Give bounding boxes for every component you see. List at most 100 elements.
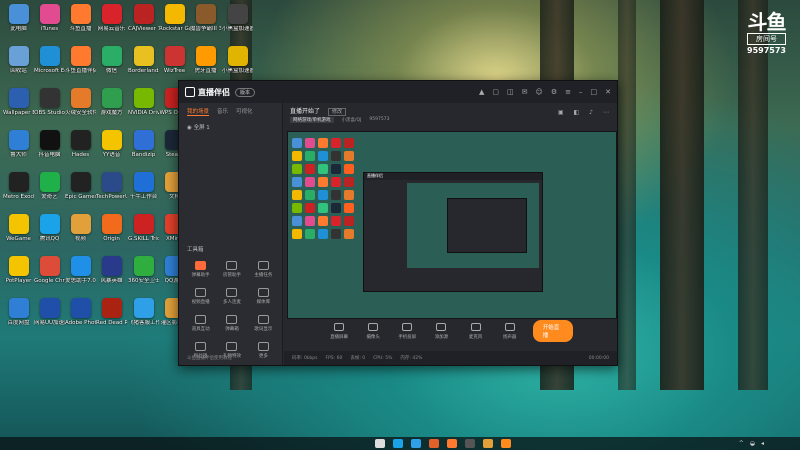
desktop-icon[interactable]: Adobe Photoshop (65, 298, 96, 327)
live-preview[interactable]: 直播伴侣 (287, 131, 617, 319)
edit-title-button[interactable]: 修改 (327, 108, 346, 116)
taskbar-app-icon[interactable] (375, 439, 385, 448)
notification-icon[interactable]: ▲ (479, 88, 484, 96)
control-button[interactable]: 直播屏幕 (328, 322, 350, 340)
desktop-icon[interactable]: 斗鱼直播伴侣 (65, 46, 96, 75)
tool-item[interactable]: 歌词显示 (248, 315, 279, 332)
settings-icon[interactable]: ⚙ (551, 88, 557, 96)
control-button[interactable]: 添加源 (430, 322, 452, 340)
desktop-icon[interactable]: 爱思助手7.0 (65, 256, 96, 285)
desktop-icon[interactable]: 斗鱼直播 (65, 4, 96, 33)
taskbar-app-icon[interactable] (393, 439, 403, 448)
control-button[interactable]: 手机投屏 (396, 322, 418, 340)
desktop-icon[interactable]: Wallpaper Engine (3, 88, 34, 117)
desktop-icon[interactable]: Rockstar Games Launcher (159, 4, 190, 33)
desktop-icon[interactable]: Google Chrome (34, 256, 65, 285)
desktop-icon[interactable]: Microsoft Edge (34, 46, 65, 75)
tray-arrow-icon[interactable]: ^ (739, 440, 744, 447)
desktop-icon[interactable]: 网易UU加速器 (34, 298, 65, 327)
desktop-icon[interactable]: NVIDIA Driver Unin... (128, 88, 159, 117)
desktop-icon[interactable]: 网易云音乐 (96, 4, 127, 33)
desktop-icon[interactable]: WizTree (159, 46, 190, 75)
control-button[interactable]: 摄像头 (362, 322, 384, 340)
desktop-icon[interactable]: Bandizip (128, 130, 159, 159)
share-icon[interactable]: ⋯ (603, 109, 609, 116)
tab-music[interactable]: 音乐 (217, 107, 228, 116)
desktop-icon[interactable]: 微信 (96, 46, 127, 75)
mail-icon[interactable]: ✉ (522, 88, 528, 96)
tutorial-notice[interactable]: 斗鱼直播伴侣使用教程 (187, 355, 232, 361)
tab-scenes[interactable]: 我的场景 (187, 107, 210, 116)
desktop-icon[interactable]: 百度网盘 (3, 298, 34, 327)
scene-item[interactable]: ◉ 全屏 1 (179, 120, 282, 134)
tool-item[interactable]: 媒体库 (248, 288, 279, 305)
desktop-icon[interactable]: WeGame (3, 214, 34, 243)
tool-item[interactable]: 房管助手 (216, 261, 247, 278)
desktop-icon[interactable]: Metro Exodus (3, 172, 34, 201)
tool-item[interactable]: 多人连麦 (216, 288, 247, 305)
desktop-icon[interactable]: 游戏魔方 (96, 88, 127, 117)
desktop-icon[interactable]: Borderlands (128, 46, 159, 75)
desktop-icon[interactable]: 视频 (65, 214, 96, 243)
desktop-icon[interactable]: OBS Studio (34, 88, 65, 117)
box-icon[interactable]: ◧ (573, 109, 579, 116)
desktop-icon[interactable]: 腾讯QQ (34, 214, 65, 243)
desktop-icon[interactable]: 小黑盒加速器 (222, 46, 253, 75)
desktop-icon[interactable]: Hades (65, 130, 96, 159)
window-titlebar[interactable]: 直播伴侣 版本 ▲ ▢ ◫ ✉ ☺ ⚙ ≡ – □ ✕ (179, 81, 617, 103)
desktop-icon[interactable]: 回收站 (3, 46, 34, 75)
desktop-icon[interactable]: Origin (96, 214, 127, 243)
taskbar-app-icon[interactable] (483, 439, 493, 448)
desktop-icon[interactable]: TechPowerUp GPU-Z (96, 172, 127, 201)
taskbar-app-icon[interactable] (465, 439, 475, 448)
control-button[interactable]: 麦克风 (465, 322, 487, 340)
tool-item[interactable]: 视频直播 (185, 288, 216, 305)
volume-icon[interactable]: ◂ (761, 440, 764, 447)
network-icon[interactable]: ◒ (750, 440, 755, 447)
maximize-icon[interactable]: □ (591, 88, 598, 96)
desktop-icon[interactable]: 360安全卫士 (128, 256, 159, 285)
taskbar-app-icon[interactable] (429, 439, 439, 448)
desktop-icon[interactable]: PotPlayer (3, 256, 34, 285)
close-icon[interactable]: ✕ (605, 88, 611, 96)
desktop-icon[interactable]: 虎牙直播 (190, 46, 221, 75)
desktop-icon[interactable]: CAJViewer 7.3 (128, 4, 159, 33)
bell-icon[interactable]: ♪ (589, 109, 593, 116)
desktop-icon[interactable]: Epic Games Launcher (65, 172, 96, 201)
minimize-icon[interactable]: – (579, 88, 583, 96)
taskbar-app-icon[interactable] (501, 439, 511, 448)
tab-visual[interactable]: 可视化 (236, 107, 253, 116)
tool-item[interactable]: 主播任务 (248, 261, 279, 278)
taskbar-app-icon[interactable] (447, 439, 457, 448)
desktop-icon[interactable]: Red Dead Redempti... (96, 298, 127, 327)
gift-icon[interactable]: ▣ (558, 109, 564, 116)
menu-icon[interactable]: ≡ (565, 88, 571, 96)
version-button[interactable]: 版本 (235, 87, 256, 97)
desktop-icon[interactable]: 此电脑 (3, 4, 34, 33)
start-live-button[interactable]: 开始直播 (532, 320, 574, 342)
desktop-icon[interactable]: G.SKILL Trident... (128, 214, 159, 243)
tool-item[interactable]: 更多 (248, 342, 279, 359)
screen-icon[interactable]: ▢ (492, 88, 499, 96)
desktop-icon[interactable]: iTunes (34, 4, 65, 33)
user-icon[interactable]: ☺ (536, 88, 543, 96)
desktop-icon[interactable]: YY语音 (96, 130, 127, 159)
desktop-icon[interactable]: 魔兽争霸III 3.4.1 (190, 4, 221, 33)
desktop-icon[interactable]: 火绒安全软件 (65, 88, 96, 117)
camera-icon[interactable]: ◫ (507, 88, 514, 96)
desktop-icon[interactable]: 抖音电脑 (34, 130, 65, 159)
tool-item[interactable]: 弹幕助手 (185, 261, 216, 278)
desktop-icon[interactable]: 小黑盒加速器 (222, 4, 253, 33)
desktop-icon[interactable]: 千牛工作台 (128, 172, 159, 201)
live-companion-window[interactable]: 直播伴侣 版本 ▲ ▢ ◫ ✉ ☺ ⚙ ≡ – □ ✕ 我的场景 音乐 可视化 … (178, 80, 618, 366)
taskbar-app-icon[interactable] (411, 439, 421, 448)
category-badge[interactable]: 网络游戏/单机游戏 (290, 117, 334, 123)
tool-item[interactable]: 弹幕箱 (216, 315, 247, 332)
eye-icon[interactable]: ◉ (187, 125, 192, 131)
desktop-icon[interactable]: 飞猪客服工作台 (128, 298, 159, 327)
desktop-icon[interactable]: 爱奇艺 (34, 172, 65, 201)
tool-item[interactable]: 道具互动 (185, 315, 216, 332)
desktop-icon[interactable]: 风暴英雄 (96, 256, 127, 285)
desktop-icon[interactable]: 鲁大师 (3, 130, 34, 159)
control-button[interactable]: 扬声器 (499, 322, 521, 340)
